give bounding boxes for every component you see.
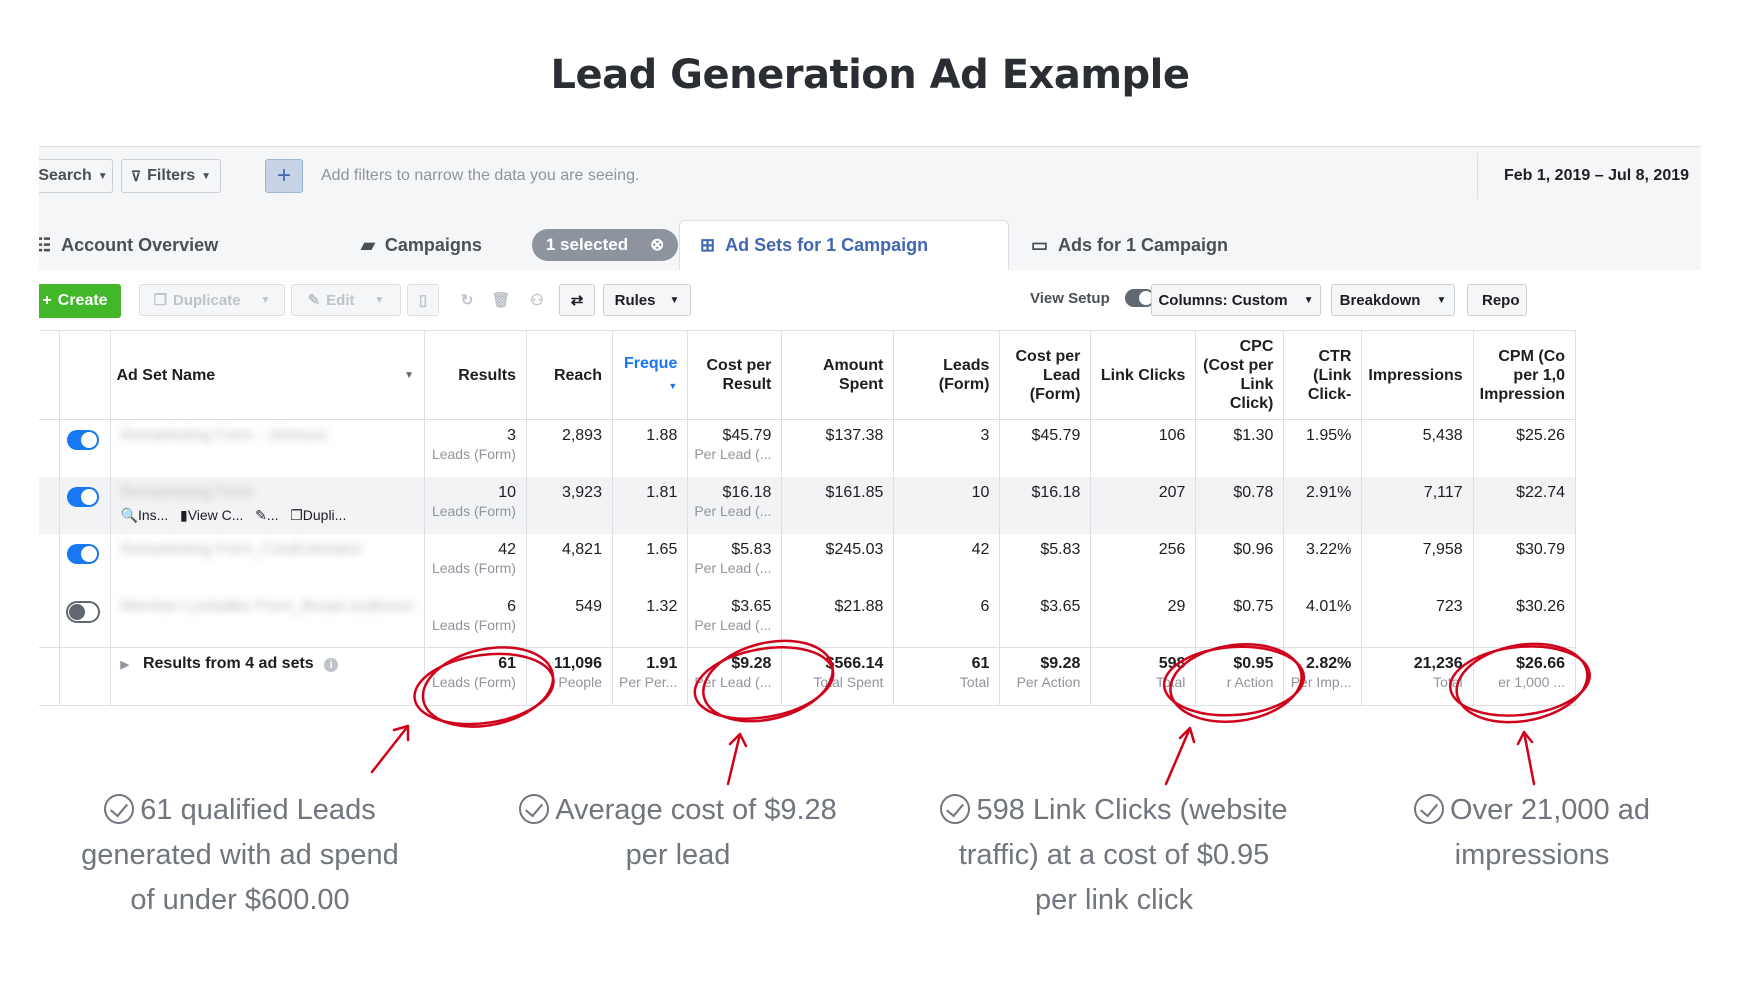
caption-text: per link click bbox=[1035, 884, 1193, 916]
check-circle-icon bbox=[940, 794, 971, 824]
caption-text: traffic) at a cost of $0.95 bbox=[958, 839, 1270, 871]
check-circle-icon bbox=[104, 794, 135, 824]
caption-line: 598 Link Clicks (website bbox=[914, 788, 1314, 833]
highlight-circle-cost bbox=[693, 646, 835, 720]
caption-leads: 61 qualified Leads generated with ad spe… bbox=[60, 788, 420, 923]
caption-text: of under $600.00 bbox=[130, 884, 350, 916]
caption-line: 61 qualified Leads bbox=[60, 788, 420, 833]
arrow-cost bbox=[726, 732, 748, 786]
arrow-clicks bbox=[1164, 726, 1196, 786]
caption-line: Over 21,000 ad bbox=[1372, 788, 1692, 833]
arrow-impressions bbox=[1516, 730, 1536, 786]
caption-cost: Average cost of $9.28 per lead bbox=[488, 788, 868, 878]
arrow-leads bbox=[370, 724, 410, 774]
highlight-circle-leads bbox=[413, 652, 555, 726]
caption-text: per lead bbox=[625, 839, 731, 871]
caption-text: 61 qualified Leads bbox=[140, 794, 376, 826]
caption-text: generated with ad spend bbox=[81, 839, 399, 871]
caption-text: Over 21,000 ad bbox=[1450, 794, 1650, 826]
caption-text: impressions bbox=[1454, 839, 1610, 871]
caption-text: Average cost of $9.28 bbox=[555, 794, 837, 826]
caption-text: 598 Link Clicks (website bbox=[976, 794, 1288, 826]
check-circle-icon bbox=[519, 794, 550, 824]
caption-impressions: Over 21,000 ad impressions bbox=[1372, 788, 1692, 878]
highlight-circle-impressions-2 bbox=[1455, 642, 1589, 724]
caption-line: Average cost of $9.28 bbox=[488, 788, 868, 833]
check-circle-icon bbox=[1414, 794, 1445, 824]
caption-clicks: 598 Link Clicks (website traffic) at a c… bbox=[914, 788, 1314, 923]
